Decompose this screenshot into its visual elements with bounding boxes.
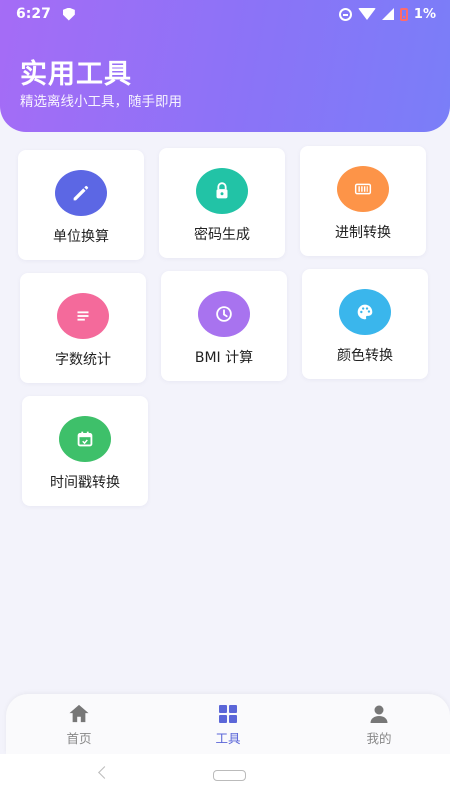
person-icon [370,705,388,723]
app-header: 6:27 1% 实用工具 精选离线小工具，随手即用 [0,0,450,132]
shield-icon [62,7,75,21]
wifi-icon [357,8,376,20]
tool-card-base-conversion[interactable]: 进制转换 [300,146,426,256]
signal-icon [381,8,394,20]
tool-label: 时间戳转换 [50,475,120,491]
page-subtitle: 精选离线小工具，随手即用 [20,94,182,110]
barcode-icon [337,166,389,212]
page-title: 实用工具 [20,59,132,90]
nav-label: 我的 [366,731,392,746]
tool-card-color-conversion[interactable]: 颜色转换 [302,269,428,379]
tool-label: 字数统计 [55,352,111,368]
nav-label: 首页 [66,731,92,746]
tool-card-timestamp-conversion[interactable]: 时间戳转换 [22,396,148,506]
system-home-button[interactable] [213,770,246,781]
lock-icon [196,168,248,214]
tool-label: BMI 计算 [194,350,254,366]
do-not-disturb-icon [338,7,352,21]
status-time: 6:27 [16,6,51,22]
tool-card-unit-conversion[interactable]: 单位换算 [18,150,144,260]
palette-icon [339,289,391,335]
battery-percent: 1% [413,6,436,22]
tool-label: 颜色转换 [337,348,393,364]
battery-icon [399,7,408,21]
nav-item-tools[interactable]: 工具 [183,704,273,747]
home-icon [69,704,89,723]
tool-label: 密码生成 [194,227,250,243]
grid-icon [219,705,237,723]
bottom-nav: 首页 工具 我的 [6,694,450,754]
status-bar: 6:27 1% [0,0,450,28]
tool-label: 进制转换 [335,225,391,241]
tool-card-password-generator[interactable]: 密码生成 [159,148,285,258]
nav-item-profile[interactable]: 我的 [334,704,424,747]
clock-icon [198,291,250,337]
tool-label: 单位换算 [53,229,109,245]
pencil-icon [55,170,107,216]
calendar-icon [59,416,111,462]
tool-card-word-count[interactable]: 字数统计 [20,273,146,383]
text-lines-icon [57,293,109,339]
nav-item-home[interactable]: 首页 [34,704,124,747]
nav-label: 工具 [215,731,241,746]
tool-card-bmi-calculator[interactable]: BMI 计算 [161,271,287,381]
